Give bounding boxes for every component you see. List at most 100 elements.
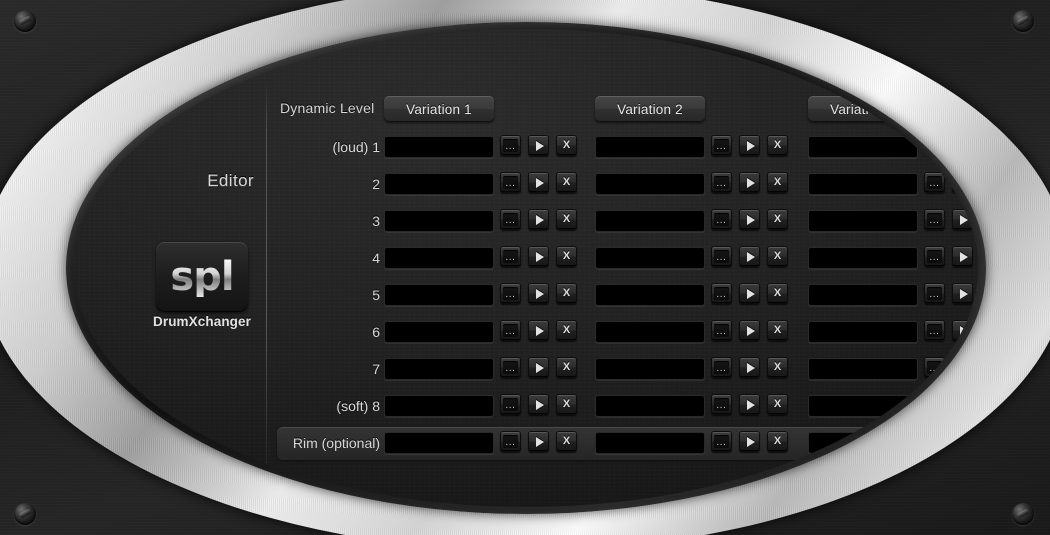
browse-button[interactable]: ... <box>500 320 521 341</box>
sample-path-field[interactable] <box>595 136 705 158</box>
browse-button[interactable]: ... <box>924 357 945 378</box>
clear-button[interactable]: X <box>556 394 577 415</box>
play-button[interactable] <box>952 283 973 304</box>
export-button[interactable]: Export <box>713 487 771 507</box>
sample-path-field[interactable] <box>384 173 494 195</box>
play-button[interactable] <box>739 394 760 415</box>
play-button[interactable] <box>739 246 760 267</box>
browse-button[interactable]: ... <box>924 320 945 341</box>
variation-header-button-3[interactable]: Variation 3 <box>808 96 918 122</box>
clear-button[interactable]: X <box>767 283 788 304</box>
sample-path-field[interactable] <box>384 358 494 380</box>
browse-button[interactable]: ... <box>711 135 732 156</box>
play-button[interactable] <box>952 209 973 230</box>
clear-button[interactable]: X <box>767 431 788 452</box>
sample-path-field[interactable] <box>595 358 705 380</box>
sample-path-field[interactable] <box>384 247 494 269</box>
sample-path-field[interactable] <box>595 284 705 306</box>
sample-path-field[interactable] <box>595 210 705 232</box>
sample-path-field[interactable] <box>384 136 494 158</box>
sample-path-field[interactable] <box>384 210 494 232</box>
clear-button[interactable]: X <box>556 283 577 304</box>
browse-button[interactable]: ... <box>924 283 945 304</box>
play-button[interactable] <box>528 209 549 230</box>
sample-path-field[interactable] <box>384 321 494 343</box>
sample-path-field[interactable] <box>808 432 918 454</box>
clear-button[interactable]: X <box>556 246 577 267</box>
play-button[interactable] <box>952 246 973 267</box>
browse-button[interactable]: ... <box>500 135 521 156</box>
clear-button[interactable]: X <box>556 172 577 193</box>
sample-path-field[interactable] <box>384 432 494 454</box>
clear-button[interactable]: X <box>556 320 577 341</box>
clear-button[interactable]: X <box>556 431 577 452</box>
browse-button[interactable]: ... <box>711 283 732 304</box>
clear-button[interactable]: X <box>556 209 577 230</box>
play-button[interactable] <box>739 209 760 230</box>
browse-button[interactable]: ... <box>500 283 521 304</box>
sample-path-field[interactable] <box>384 395 494 417</box>
play-button[interactable] <box>952 320 973 341</box>
sample-path-field[interactable] <box>808 173 918 195</box>
sample-path-field[interactable] <box>808 136 918 158</box>
sample-path-field[interactable] <box>808 395 918 417</box>
play-button[interactable] <box>528 320 549 341</box>
play-button[interactable] <box>528 135 549 156</box>
play-button[interactable] <box>952 394 973 415</box>
browse-button[interactable]: ... <box>711 209 732 230</box>
play-button[interactable] <box>952 431 973 452</box>
browse-button[interactable]: ... <box>924 172 945 193</box>
browse-button[interactable]: ... <box>924 431 945 452</box>
play-button[interactable] <box>739 172 760 193</box>
clear-button[interactable]: X <box>767 246 788 267</box>
play-button[interactable] <box>952 357 973 378</box>
sample-path-field[interactable] <box>595 321 705 343</box>
sample-path-field[interactable] <box>808 247 918 269</box>
browse-button[interactable]: ... <box>711 172 732 193</box>
sample-path-field[interactable] <box>595 173 705 195</box>
browse-button[interactable]: ... <box>500 394 521 415</box>
close-button[interactable]: Close <box>809 487 867 507</box>
sample-path-field[interactable] <box>384 284 494 306</box>
variation-header-button-1[interactable]: Variation 1 <box>384 96 494 122</box>
browse-button[interactable]: ... <box>711 357 732 378</box>
play-button[interactable] <box>739 135 760 156</box>
clear-button[interactable]: X <box>767 320 788 341</box>
sample-path-field[interactable] <box>808 321 918 343</box>
clear-button[interactable]: X <box>556 135 577 156</box>
clear-button[interactable]: X <box>767 172 788 193</box>
browse-button[interactable]: ... <box>924 394 945 415</box>
browse-button[interactable]: ... <box>711 394 732 415</box>
play-button[interactable] <box>739 320 760 341</box>
play-button[interactable] <box>528 431 549 452</box>
play-button[interactable] <box>528 246 549 267</box>
browse-button[interactable]: ... <box>711 320 732 341</box>
browse-button[interactable]: ... <box>711 246 732 267</box>
clear-button[interactable]: X <box>767 357 788 378</box>
browse-button[interactable]: ... <box>924 135 945 156</box>
play-button[interactable] <box>739 431 760 452</box>
play-button[interactable] <box>528 172 549 193</box>
clear-button[interactable]: X <box>767 394 788 415</box>
sample-path-field[interactable] <box>595 432 705 454</box>
play-button[interactable] <box>528 357 549 378</box>
sample-path-field[interactable] <box>595 395 705 417</box>
sample-path-field[interactable] <box>595 247 705 269</box>
browse-button[interactable]: ... <box>500 246 521 267</box>
play-button[interactable] <box>952 135 973 156</box>
play-button[interactable] <box>528 283 549 304</box>
clear-button[interactable]: X <box>556 357 577 378</box>
variation-header-button-2[interactable]: Variation 2 <box>595 96 705 122</box>
browse-button[interactable]: ... <box>500 357 521 378</box>
sample-path-field[interactable] <box>808 284 918 306</box>
clear-button[interactable]: X <box>767 135 788 156</box>
browse-button[interactable]: ... <box>500 172 521 193</box>
browse-button[interactable]: ... <box>711 431 732 452</box>
play-button[interactable] <box>528 394 549 415</box>
clear-button[interactable]: X <box>767 209 788 230</box>
browse-button[interactable]: ... <box>500 431 521 452</box>
browse-button[interactable]: ... <box>500 209 521 230</box>
play-button[interactable] <box>739 283 760 304</box>
play-button[interactable] <box>739 357 760 378</box>
sample-path-field[interactable] <box>808 210 918 232</box>
